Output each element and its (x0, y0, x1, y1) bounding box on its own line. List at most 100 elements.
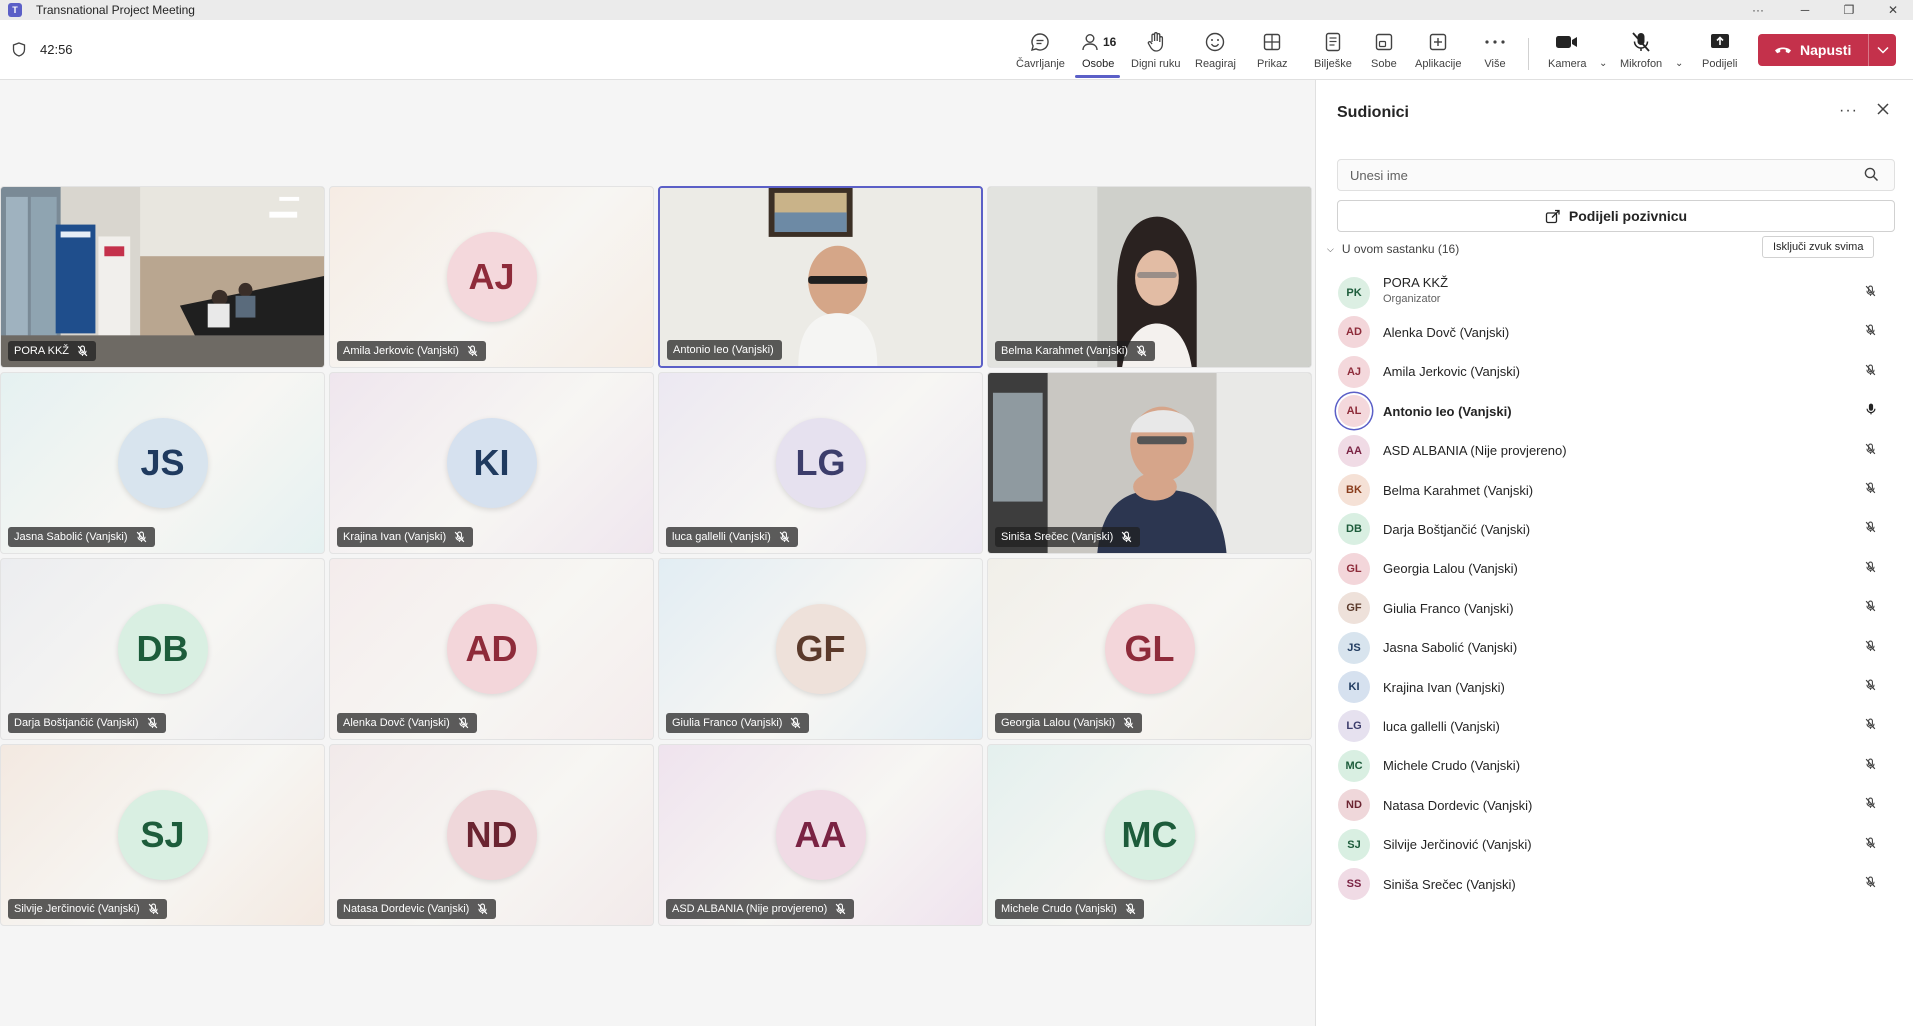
video-tile[interactable]: DB Darja Boštjančić (Vanjski) (0, 558, 325, 740)
chevron-down-icon: ⌵ (1327, 243, 1334, 254)
mic-off-icon[interactable] (1865, 442, 1876, 460)
chat-label: Čavrljanje (1016, 58, 1065, 70)
participant-name: Krajina Ivan (Vanjski) (343, 531, 447, 543)
video-tile[interactable]: LG luca gallelli (Vanjski) (658, 372, 983, 554)
video-tile[interactable]: AJ Amila Jerkovic (Vanjski) (329, 186, 654, 368)
search-icon[interactable] (1864, 167, 1879, 187)
video-tile[interactable]: Antonio Ieo (Vanjski) (658, 186, 983, 368)
avatar: ND (446, 790, 537, 880)
video-tile[interactable]: KI Krajina Ivan (Vanjski) (329, 372, 654, 554)
mic-off-icon[interactable] (1865, 717, 1876, 735)
mic-off-icon[interactable] (1865, 560, 1876, 578)
avatar: MC (1104, 790, 1195, 880)
section-header-in-meeting[interactable]: ⌵ U ovom sastanku (16) (1327, 237, 1459, 261)
share-screen-icon (1710, 34, 1729, 48)
participant-name: luca gallelli (Vanjski) (672, 531, 771, 543)
mic-on-icon[interactable] (1865, 402, 1877, 421)
video-tile[interactable]: Siniša Srečec (Vanjski) (987, 372, 1312, 554)
share-icon (1545, 209, 1560, 223)
participant-name: Michele Crudo (Vanjski) (1383, 758, 1521, 774)
toolbar-divider (1528, 38, 1529, 70)
video-tile[interactable]: SJ Silvije Jerčinović (Vanjski) (0, 744, 325, 926)
mic-options-chevron-icon[interactable]: ⌄ (1675, 58, 1683, 69)
meeting-toolbar: 42:56 Čavrljanje 16 Osobe Digni ruku Rea… (0, 20, 1913, 80)
participant-name: Darja Boštjančić (Vanjski) (1383, 521, 1531, 537)
avatar: AJ (1338, 355, 1370, 388)
avatar: GL (1104, 604, 1195, 694)
mic-off-icon[interactable] (1865, 284, 1876, 302)
react-button[interactable]: Reagiraj (1195, 30, 1236, 76)
mic-off-icon[interactable] (1865, 323, 1876, 341)
participant-name-label: Krajina Ivan (Vanjski) (337, 527, 474, 547)
people-button[interactable]: 16 Osobe (1080, 30, 1116, 76)
leave-button[interactable]: Napusti (1758, 34, 1896, 66)
participant-name: Michele Crudo (Vanjski) (1001, 903, 1117, 915)
mic-off-icon[interactable] (1865, 796, 1876, 814)
close-window-button[interactable]: ✕ (1873, 0, 1913, 20)
video-tile[interactable]: Belma Karahmet (Vanjski) (987, 186, 1312, 368)
mic-off-icon[interactable] (1865, 599, 1876, 617)
view-button[interactable]: Prikaz (1257, 30, 1288, 76)
video-tile[interactable]: ND Natasa Dordevic (Vanjski) (329, 744, 654, 926)
mic-off-icon[interactable] (1865, 678, 1876, 696)
participant-name: Krajina Ivan (Vanjski) (1383, 679, 1505, 695)
participant-role: Organizator (1383, 293, 1441, 305)
avatar: AD (1338, 316, 1370, 349)
teams-logo-icon: T (8, 3, 22, 17)
mic-off-icon (1632, 32, 1650, 52)
avatar: KI (446, 418, 537, 508)
mute-all-button[interactable]: Isključi zvuk svima (1762, 236, 1875, 258)
mic-off-icon[interactable] (1865, 836, 1876, 854)
camera-button[interactable]: Kamera (1548, 30, 1587, 76)
video-tile[interactable]: GF Giulia Franco (Vanjski) (658, 558, 983, 740)
mic-off-icon[interactable] (1865, 757, 1876, 775)
mic-off-icon[interactable] (1865, 481, 1876, 499)
share-invite-button[interactable]: Podijeli pozivnicu (1337, 200, 1895, 232)
video-tile[interactable]: PORA KKŽ (0, 186, 325, 368)
video-tile[interactable]: GL Georgia Lalou (Vanjski) (987, 558, 1312, 740)
leave-options-button[interactable] (1869, 46, 1896, 54)
avatar: MC (1338, 749, 1370, 782)
mic-off-icon[interactable] (1865, 875, 1876, 893)
apps-button[interactable]: Aplikacije (1415, 30, 1461, 76)
participant-name-label: Jasna Sabolić (Vanjski) (8, 527, 155, 547)
camera-options-chevron-icon[interactable]: ⌄ (1599, 58, 1607, 69)
mic-off-icon[interactable] (1865, 363, 1876, 381)
participant-name: PORA KKŽ (14, 345, 70, 357)
participant-name-label: Silvije Jerčinović (Vanjski) (8, 899, 167, 919)
avatar: SJ (117, 790, 208, 880)
mic-off-icon (446, 531, 465, 543)
mic-off-icon (128, 531, 147, 543)
notes-button[interactable]: Bilješke (1314, 30, 1352, 76)
rooms-button[interactable]: Sobe (1371, 30, 1397, 76)
leave-main[interactable]: Napusti (1758, 42, 1868, 58)
more-button[interactable]: Više (1484, 30, 1506, 76)
restore-button[interactable]: ❐ (1829, 0, 1869, 20)
share-button[interactable]: Podijeli (1702, 30, 1737, 76)
video-tile[interactable]: JS Jasna Sabolić (Vanjski) (0, 372, 325, 554)
panel-close-button[interactable] (1876, 102, 1890, 121)
participant-name-label: Natasa Dordevic (Vanjski) (337, 899, 497, 919)
mic-off-icon (139, 717, 158, 729)
participant-name: Jasna Sabolić (Vanjski) (14, 531, 128, 543)
mic-off-icon (827, 903, 846, 915)
video-tile[interactable]: AA ASD ALBANIA (Nije provjereno) (658, 744, 983, 926)
participant-search-input[interactable] (1337, 159, 1895, 191)
video-tile[interactable]: MC Michele Crudo (Vanjski) (987, 744, 1312, 926)
mic-off-icon[interactable] (1865, 520, 1876, 538)
avatar: JS (1338, 631, 1370, 664)
mic-off-icon (140, 903, 159, 915)
participant-name: Amila Jerkovic (Vanjski) (343, 345, 459, 357)
participant-name: Georgia Lalou (Vanjski) (1001, 717, 1116, 729)
chat-button[interactable]: Čavrljanje (1016, 30, 1065, 76)
participant-row[interactable]: SS Siniša Srečec (Vanjski) (1316, 860, 1913, 908)
window-more-button[interactable]: ··· (1738, 0, 1778, 20)
panel-more-options-icon[interactable]: ··· (1839, 102, 1858, 120)
mic-button[interactable]: Mikrofon (1620, 30, 1662, 76)
raise-hand-button[interactable]: Digni ruku (1131, 30, 1181, 76)
minimize-button[interactable]: ─ (1785, 0, 1825, 20)
mic-off-icon[interactable] (1865, 639, 1876, 657)
hand-icon (1147, 32, 1163, 52)
video-tile[interactable]: AD Alenka Dovč (Vanjski) (329, 558, 654, 740)
participant-name: Jasna Sabolić (Vanjski) (1383, 640, 1518, 656)
